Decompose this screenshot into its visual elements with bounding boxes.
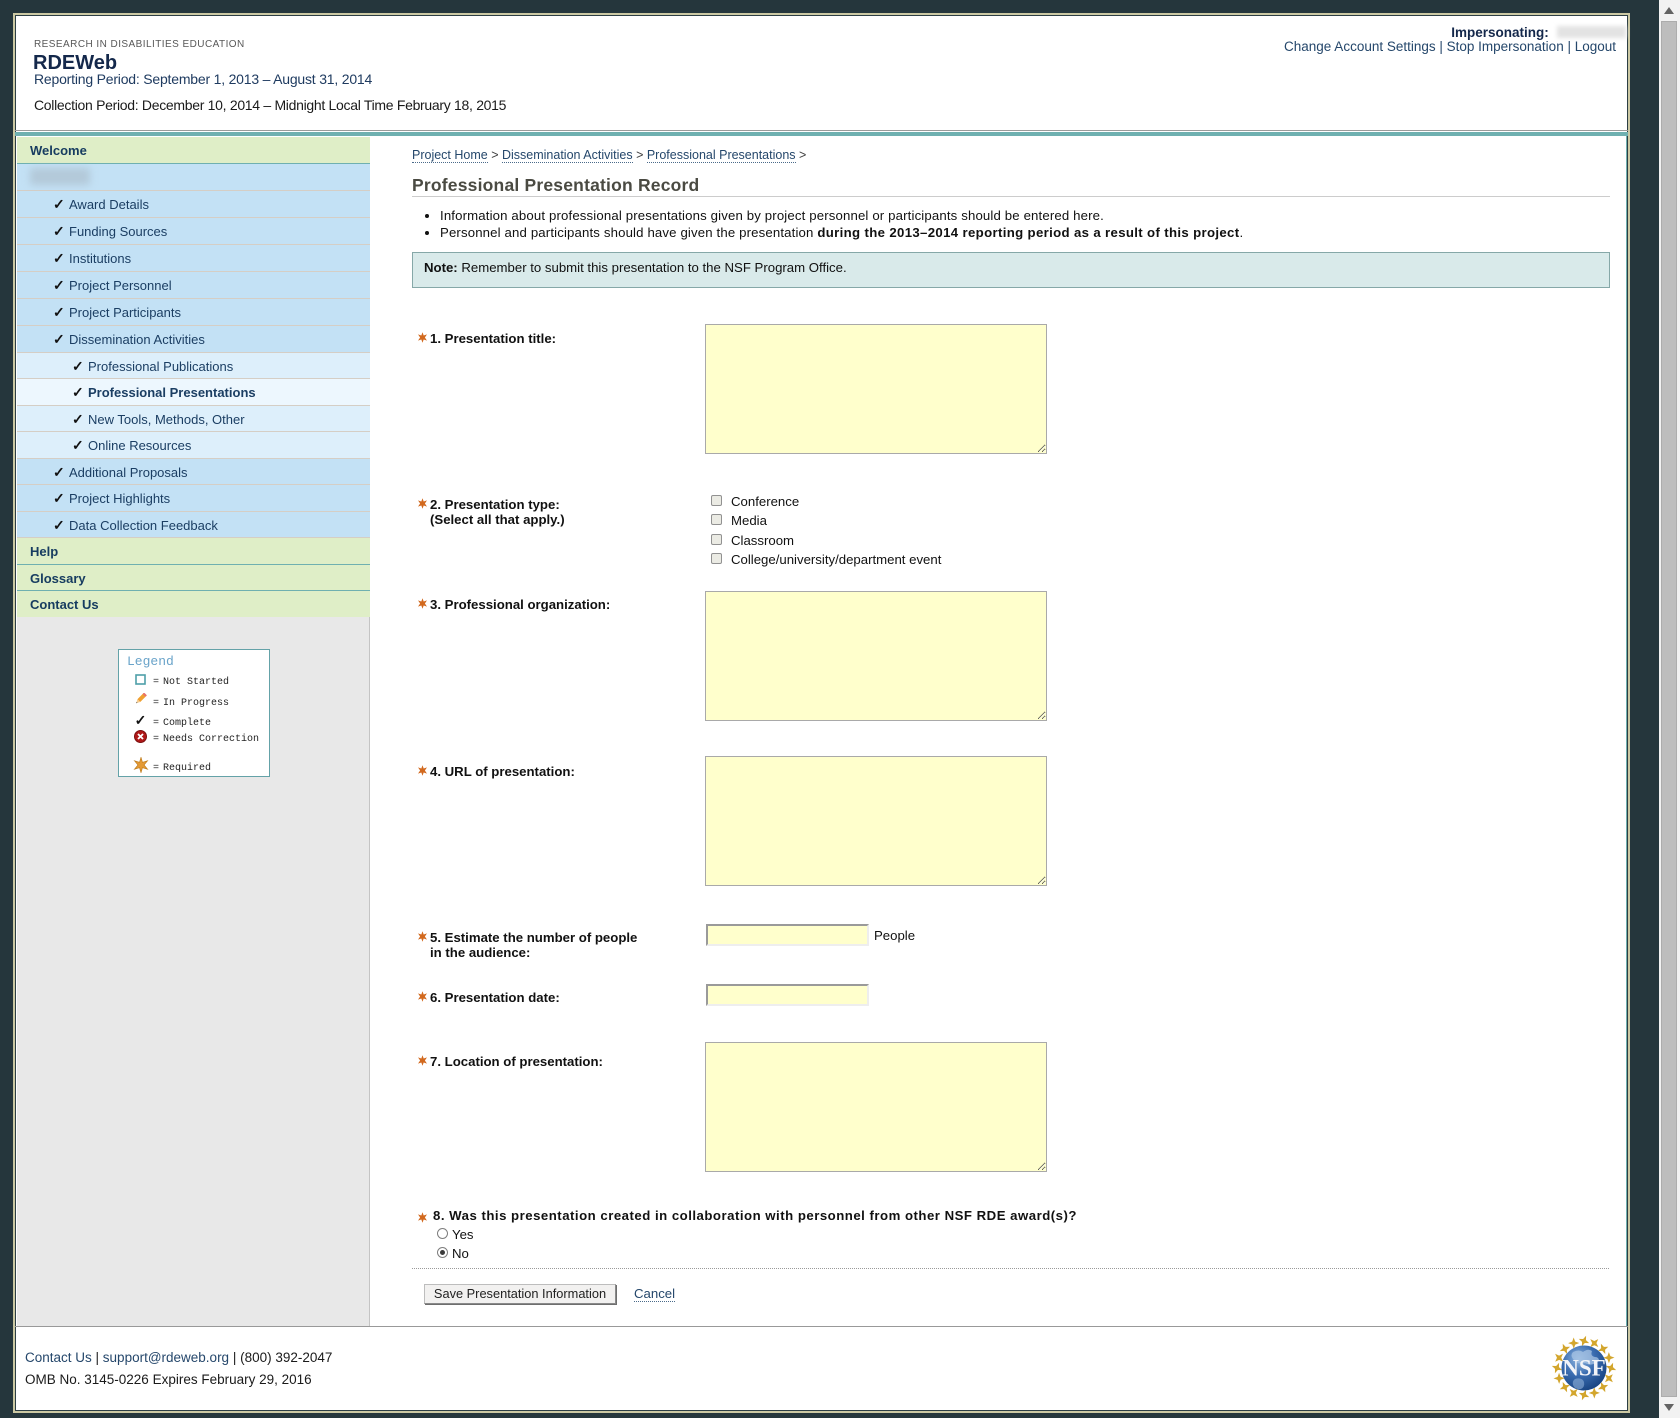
svg-text:NSF: NSF <box>1562 1356 1605 1381</box>
